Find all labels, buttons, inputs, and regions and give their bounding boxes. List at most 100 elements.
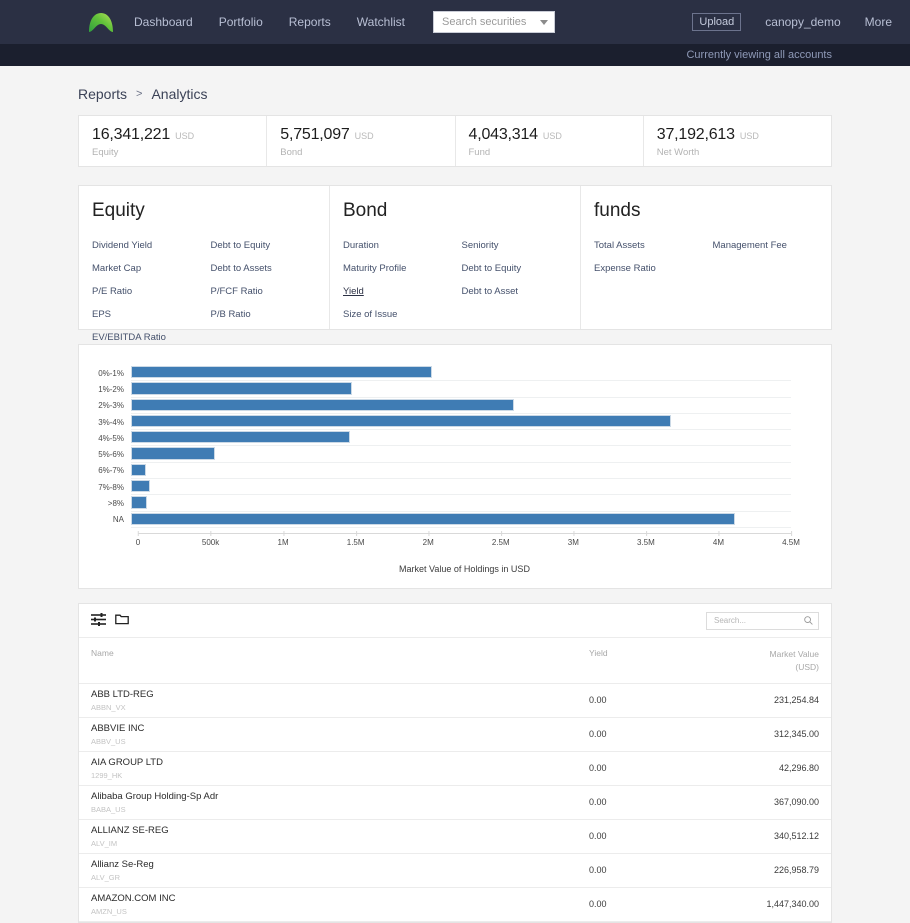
security-name[interactable]: ABBVIE INC	[91, 723, 589, 734]
kpi-currency: USD	[354, 131, 374, 141]
chart-bar[interactable]	[131, 496, 148, 509]
chart-category-label: 6%-7%	[98, 466, 124, 476]
nav-link-watchlist[interactable]: Watchlist	[357, 15, 405, 29]
metric-link-dividend-yield[interactable]: Dividend Yield	[92, 240, 152, 251]
security-ticker: 1299_HK	[91, 770, 123, 780]
metric-link-duration[interactable]: Duration	[343, 240, 379, 251]
security-name[interactable]: Allianz Se-Reg	[91, 859, 589, 870]
chart-tick-mark	[573, 531, 575, 536]
chart-bar[interactable]	[131, 447, 215, 460]
metric-column-right: Management Fee	[713, 237, 832, 283]
chart-tick-mark	[137, 531, 139, 536]
chart-x-tick: 4M	[713, 531, 724, 547]
security-name[interactable]: ALLIANZ SE-REG	[91, 825, 589, 836]
table-row[interactable]: ALLIANZ SE-REG ALV_IM 0.00 340,512.12	[79, 820, 831, 854]
canopy-logo-icon[interactable]	[88, 11, 114, 33]
chart-bar-row: 4%-5%	[87, 430, 791, 447]
metric-link-p-fcf-ratio[interactable]: P/FCF Ratio	[211, 286, 263, 297]
metric-link-p-e-ratio[interactable]: P/E Ratio	[92, 286, 132, 297]
chart-tick-mark	[790, 531, 792, 536]
chart-bar-row: 6%-7%	[87, 463, 791, 480]
table-row[interactable]: Allianz Se-Reg ALV_GR 0.00 226,958.79	[79, 854, 831, 888]
metric-link-market-cap[interactable]: Market Cap	[92, 263, 141, 274]
chart-bar[interactable]	[131, 463, 146, 477]
chart-category-label: 4%-5%	[98, 433, 124, 443]
cell-name: Alibaba Group Holding-Sp Adr BABA_US	[91, 791, 589, 814]
metric-link-p-b-ratio[interactable]: P/B Ratio	[211, 309, 251, 320]
chart-bar-track	[131, 463, 791, 480]
nav-link-dashboard[interactable]: Dashboard	[134, 15, 193, 29]
chart-x-tick: 1M	[278, 531, 289, 547]
table-search-input[interactable]: Search...	[706, 611, 819, 630]
table-search-placeholder: Search...	[714, 616, 747, 625]
chart-bar-rows: 0%-1% 1%-2% 2%-3% 3%-4% 4%-5% 5%-6% 6%-7% 7%-8%…	[87, 365, 791, 530]
metric-link-expense-ratio[interactable]: Expense Ratio	[594, 263, 656, 274]
metric-link-total-assets[interactable]: Total Assets	[594, 240, 645, 251]
table-body: ABB LTD-REG ABBN_VX 0.00 231,254.84 ABBVIE I…	[79, 684, 831, 922]
metric-link-debt-to-equity[interactable]: Debt to Equity	[462, 263, 522, 274]
search-icon[interactable]	[804, 614, 813, 628]
chart-bar[interactable]	[131, 366, 432, 379]
panel-title: Equity	[92, 200, 145, 221]
chart-bar[interactable]	[131, 382, 353, 395]
kpi-card-bond: 5,751,097 USD Bond	[267, 116, 456, 166]
metric-column-right: Seniority Debt to Equity Debt to Asset	[462, 237, 581, 329]
security-name[interactable]: ABB LTD-REG	[91, 689, 589, 700]
chart-bar-row: 5%-6%	[87, 446, 791, 464]
metric-link-eps[interactable]: EPS	[92, 309, 111, 320]
cell-yield: 0.00	[589, 899, 607, 909]
nav-link-user-account[interactable]: canopy_demo	[765, 15, 840, 29]
column-header-yield[interactable]: Yield	[589, 648, 709, 674]
security-name[interactable]: Alibaba Group Holding-Sp Adr	[91, 791, 589, 802]
nav-link-portfolio[interactable]: Portfolio	[219, 15, 263, 29]
folder-icon[interactable]	[115, 613, 129, 628]
chart-category-label: NA	[112, 515, 124, 525]
metric-link-maturity-profile[interactable]: Maturity Profile	[343, 263, 406, 274]
chart-x-tick: 3.5M	[637, 531, 655, 547]
chart-bar[interactable]	[131, 398, 514, 411]
table-row[interactable]: AMAZON.COM INC AMZN_US 0.00 1,447,340.00	[79, 888, 831, 922]
nav-link-reports[interactable]: Reports	[289, 15, 331, 29]
chart-bar[interactable]	[131, 512, 736, 525]
security-name[interactable]: AIA GROUP LTD	[91, 757, 589, 768]
search-securities-input[interactable]: Search securities	[433, 11, 556, 33]
chart-category-label: 1%-2%	[98, 384, 124, 394]
kpi-label: Net Worth	[656, 147, 700, 158]
metric-panels: Equity Dividend Yield Market Cap P/E Ratio…	[78, 185, 832, 343]
panel-title: funds	[594, 200, 641, 221]
chart-bar[interactable]	[131, 431, 350, 444]
metric-link-debt-to-assets[interactable]: Debt to Assets	[211, 263, 272, 274]
table-row[interactable]: ABBVIE INC ABBV_US 0.00 312,345.00	[79, 718, 831, 752]
security-ticker: ALV_GR	[91, 872, 121, 882]
upload-button[interactable]: Upload	[692, 13, 742, 31]
sliders-icon[interactable]	[91, 612, 106, 629]
column-header-market-value[interactable]: Market Value (USD)	[709, 648, 819, 674]
table-row[interactable]: Alibaba Group Holding-Sp Adr BABA_US 0.00 3…	[79, 786, 831, 820]
page-content: Reports > Analytics 16,341,221 USD Equity…	[0, 66, 910, 923]
chart-x-tick: 2.5M	[492, 531, 510, 547]
column-header-name[interactable]: Name	[91, 648, 589, 674]
metric-link-debt-to-equity[interactable]: Debt to Equity	[211, 240, 271, 251]
account-context-bar: Currently viewing all accounts	[0, 44, 910, 66]
kpi-card-net-worth: 37,192,613 USD Net Worth	[644, 116, 831, 166]
metric-link-ev-ebitda-ratio[interactable]: EV/EBITDA Ratio	[92, 332, 166, 343]
chart-bar-track	[131, 430, 791, 447]
table-row[interactable]: AIA GROUP LTD 1299_HK 0.00 42,296.80	[79, 752, 831, 786]
breadcrumb-parent[interactable]: Reports	[78, 86, 127, 102]
metric-link-yield[interactable]: Yield	[343, 286, 364, 297]
security-ticker: BABA_US	[91, 804, 126, 814]
metric-link-seniority[interactable]: Seniority	[462, 240, 499, 251]
chart-bar[interactable]	[131, 480, 151, 493]
chevron-down-icon[interactable]	[540, 19, 549, 25]
metric-link-size-of-issue[interactable]: Size of Issue	[343, 309, 397, 320]
metric-link-debt-to-asset[interactable]: Debt to Asset	[462, 286, 519, 297]
chart-bar-row: 3%-4%	[87, 414, 791, 431]
chart-tick-mark	[645, 531, 647, 536]
chart-bar[interactable]	[131, 414, 671, 428]
metric-link-management-fee[interactable]: Management Fee	[713, 240, 787, 251]
table-row[interactable]: ABB LTD-REG ABBN_VX 0.00 231,254.84	[79, 684, 831, 718]
top-navigation-bar: Dashboard Portfolio Reports Watchlist Se…	[0, 0, 910, 44]
metric-panel-bond: Bond Duration Maturity Profile Yield Size o…	[330, 186, 581, 329]
nav-link-more[interactable]: More	[865, 15, 892, 29]
security-name[interactable]: AMAZON.COM INC	[91, 893, 589, 904]
